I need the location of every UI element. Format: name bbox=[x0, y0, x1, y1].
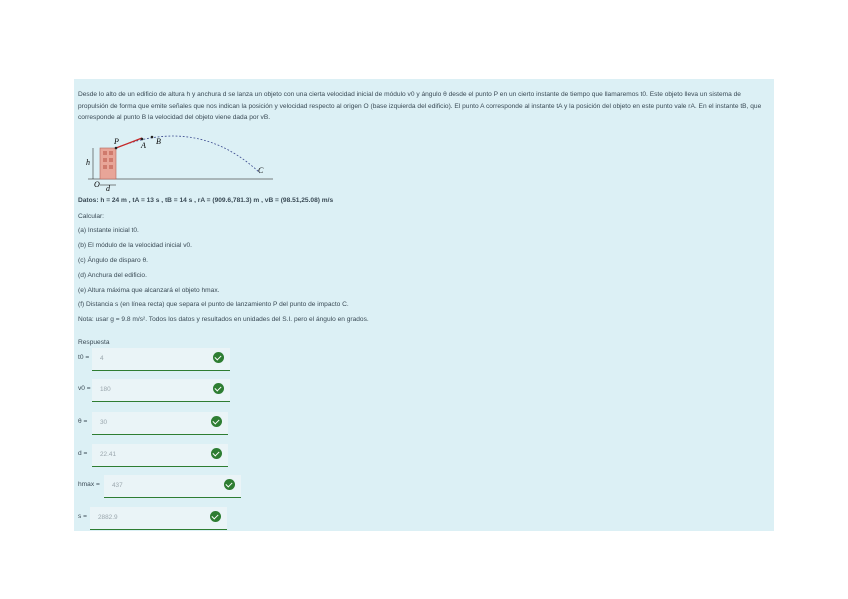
point-a bbox=[140, 137, 144, 141]
answer-input-v0[interactable]: 180 bbox=[92, 379, 230, 402]
answer-value: 30 bbox=[100, 419, 108, 426]
calculate-label: Calcular: bbox=[78, 213, 105, 220]
check-icon bbox=[213, 383, 224, 394]
check-icon bbox=[211, 416, 222, 427]
answer-row-theta: θ = 30 bbox=[78, 412, 228, 436]
answer-row-hmax: hmax = 437 bbox=[78, 475, 241, 499]
answer-value: 437 bbox=[112, 482, 123, 489]
projectile-figure: P A B C h O d bbox=[86, 135, 273, 193]
window bbox=[103, 165, 107, 169]
answer-input-d[interactable]: 22.41 bbox=[92, 444, 228, 467]
answers-heading: Respuesta bbox=[78, 339, 110, 346]
answer-label: v0 = bbox=[78, 385, 91, 392]
window bbox=[109, 165, 113, 169]
item-a: (a) Instante inicial t0. bbox=[78, 227, 139, 234]
data-line: Datos: h = 24 m , tA = 13 s , tB = 14 s … bbox=[78, 197, 334, 204]
answer-row-d: d = 22.41 bbox=[78, 444, 228, 468]
window bbox=[103, 158, 107, 162]
label-h: h bbox=[86, 158, 90, 167]
label-d: d bbox=[106, 184, 111, 193]
window bbox=[103, 151, 107, 155]
answer-label: hmax = bbox=[78, 481, 100, 488]
initial-velocity-arrow bbox=[115, 137, 143, 149]
label-b: B bbox=[156, 137, 161, 146]
problem-statement: Desde lo alto de un edificio de altura h… bbox=[78, 91, 762, 122]
label-c: C bbox=[258, 166, 264, 175]
point-b bbox=[150, 135, 154, 139]
point-p bbox=[114, 146, 118, 150]
trajectory bbox=[115, 135, 261, 174]
check-icon bbox=[224, 479, 235, 490]
answer-input-hmax[interactable]: 437 bbox=[104, 475, 241, 498]
label-a: A bbox=[140, 141, 146, 150]
answer-row-s: s = 2882.9 bbox=[78, 507, 227, 531]
window bbox=[109, 151, 113, 155]
answer-row-t0: t0 = 4 bbox=[78, 348, 230, 372]
item-e: (e) Altura máxima que alcanzará el objet… bbox=[78, 287, 220, 294]
note: Nota: usar g = 9.8 m/s². Todos los datos… bbox=[78, 316, 369, 323]
check-icon bbox=[210, 511, 221, 522]
answer-input-s[interactable]: 2882.9 bbox=[90, 507, 227, 530]
item-f: (f) Distancia s (en línea recta) que sep… bbox=[78, 301, 349, 308]
label-o: O bbox=[94, 180, 100, 189]
building bbox=[99, 147, 117, 180]
answer-input-theta[interactable]: 30 bbox=[92, 412, 228, 435]
answer-value: 22.41 bbox=[100, 451, 116, 458]
item-d: (d) Anchura del edificio. bbox=[78, 272, 147, 279]
answer-row-v0: v0 = 180 bbox=[78, 379, 230, 403]
answer-label: s = bbox=[78, 513, 87, 520]
check-icon bbox=[211, 448, 222, 459]
answer-input-t0[interactable]: 4 bbox=[92, 348, 230, 371]
item-c: (c) Ángulo de disparo θ. bbox=[78, 257, 149, 264]
answer-value: 4 bbox=[100, 355, 104, 362]
check-icon bbox=[213, 352, 224, 363]
window bbox=[109, 158, 113, 162]
answer-label: d = bbox=[78, 450, 88, 457]
answer-value: 2882.9 bbox=[98, 514, 118, 521]
answer-label: t0 = bbox=[78, 354, 90, 361]
answer-label: θ = bbox=[78, 418, 88, 425]
answer-value: 180 bbox=[100, 386, 111, 393]
item-b: (b) El módulo de la velocidad inicial v0… bbox=[78, 242, 192, 249]
label-p: P bbox=[113, 137, 119, 146]
